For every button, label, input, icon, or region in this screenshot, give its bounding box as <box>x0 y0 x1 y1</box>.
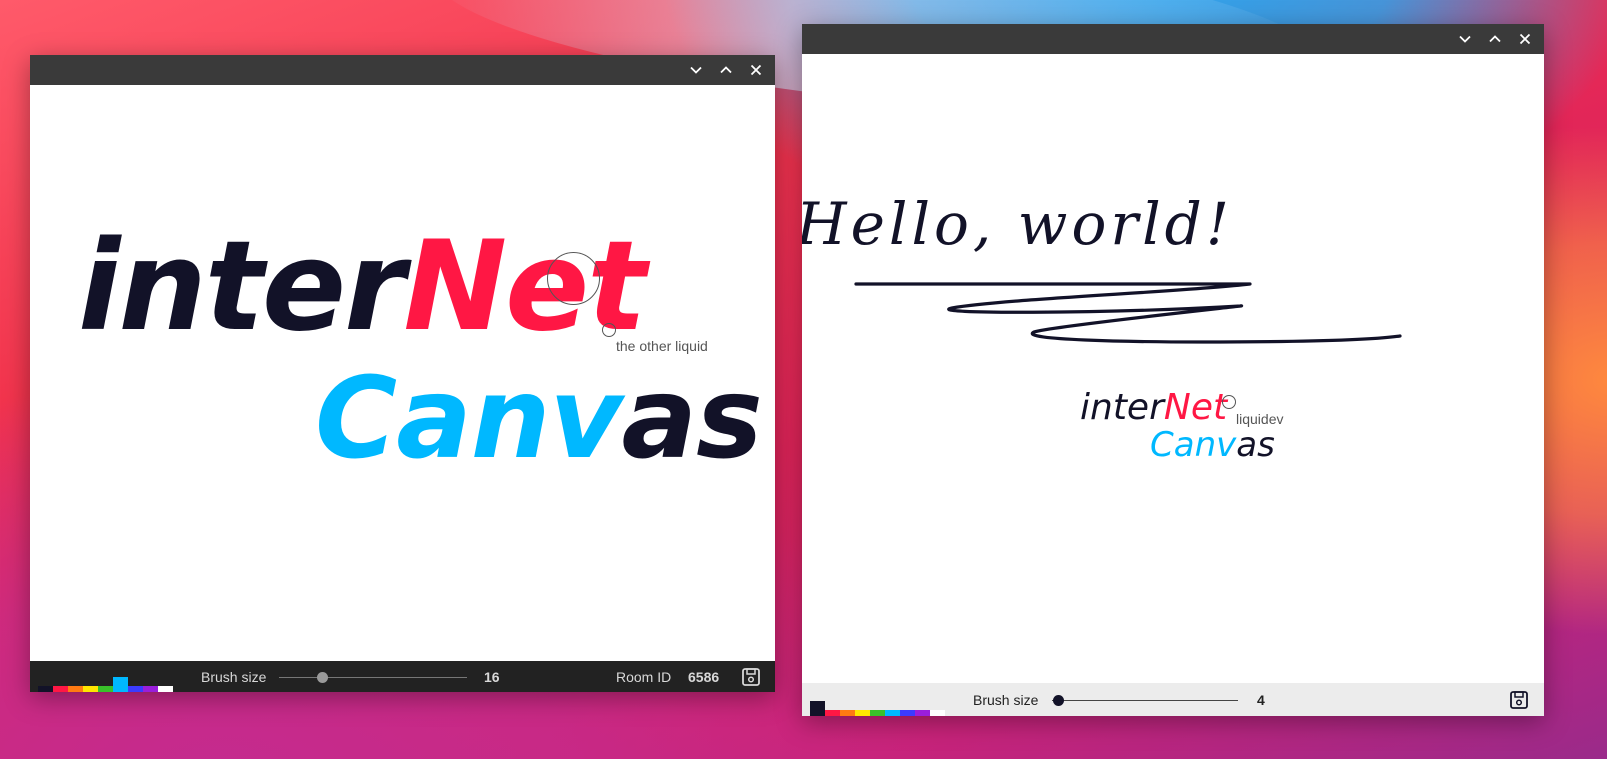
color-swatch[interactable] <box>885 710 900 716</box>
color-swatch[interactable] <box>810 701 825 716</box>
window-titlebar[interactable] <box>30 55 775 85</box>
save-icon <box>1510 690 1528 709</box>
minimize-button[interactable] <box>681 55 711 85</box>
chevron-down-icon <box>1459 35 1471 43</box>
color-swatch[interactable] <box>113 677 128 692</box>
color-swatch[interactable] <box>930 710 945 716</box>
maximize-button[interactable] <box>1480 24 1510 54</box>
chevron-down-icon <box>690 66 702 74</box>
color-swatch[interactable] <box>128 686 143 692</box>
drawing-greeting: Hello, world! <box>802 190 1234 258</box>
drawing-word-inter: inter <box>1080 387 1164 428</box>
drawing-word-as: as <box>1236 425 1275 465</box>
chevron-up-icon <box>1489 35 1501 43</box>
drawing-scribble <box>854 282 1402 344</box>
drawing-word-canv: Canv <box>315 354 623 484</box>
toolbar: Brush size 4 <box>802 683 1544 716</box>
drawing-word-as: as <box>621 354 763 484</box>
brush-cursor <box>547 252 600 305</box>
close-button[interactable] <box>741 55 771 85</box>
save-button[interactable] <box>741 667 761 687</box>
brush-size-slider[interactable] <box>279 671 467 683</box>
color-palette <box>38 677 173 692</box>
color-swatch[interactable] <box>38 686 53 692</box>
drawing-word-canv: Canv <box>1150 425 1237 465</box>
close-icon <box>750 64 762 76</box>
drawing-text-line1: interNet <box>1080 390 1227 426</box>
remote-user-cursor <box>1222 395 1236 409</box>
slider-thumb[interactable] <box>317 671 329 683</box>
drawing-canvas[interactable]: Hello, world! interNet Canvas liquidev <box>802 54 1544 683</box>
toolbar: Brush size 16 Room ID 6586 <box>30 661 775 692</box>
canvas-window-room: interNet Canvas the other liquid Brush s… <box>30 55 775 692</box>
room-id-label: Room ID <box>616 668 672 685</box>
drawing-word-net: Net <box>1163 387 1228 428</box>
minimize-button[interactable] <box>1450 24 1480 54</box>
drawing-text-line2: Canvas <box>1150 428 1275 462</box>
color-swatch[interactable] <box>900 710 915 716</box>
maximize-button[interactable] <box>711 55 741 85</box>
close-icon <box>1519 33 1531 45</box>
save-button[interactable] <box>1509 690 1529 710</box>
color-swatch[interactable] <box>143 686 158 692</box>
slider-thumb[interactable] <box>1052 694 1064 706</box>
slider-track <box>1052 699 1238 701</box>
drawing-word-inter: inter <box>78 215 405 359</box>
room-id-value: 6586 <box>688 668 720 685</box>
color-swatch[interactable] <box>98 686 113 692</box>
color-swatch[interactable] <box>53 686 68 692</box>
color-swatch[interactable] <box>68 686 83 692</box>
close-button[interactable] <box>1510 24 1540 54</box>
save-icon <box>742 667 760 686</box>
drawing-word-net: Net <box>403 215 646 359</box>
remote-user-label: liquidev <box>1236 411 1284 427</box>
color-palette <box>810 701 945 716</box>
chevron-up-icon <box>720 66 732 74</box>
brush-size-label: Brush size <box>201 668 267 685</box>
drawing-canvas[interactable]: interNet Canvas the other liquid <box>30 85 775 661</box>
color-swatch[interactable] <box>158 686 173 692</box>
slider-track <box>279 676 467 678</box>
color-swatch[interactable] <box>855 710 870 716</box>
color-swatch[interactable] <box>915 710 930 716</box>
color-swatch[interactable] <box>83 686 98 692</box>
brush-size-value: 4 <box>1257 691 1265 708</box>
brush-size-label: Brush size <box>973 691 1039 708</box>
brush-size-slider[interactable] <box>1052 694 1238 706</box>
drawing-text-line2: Canvas <box>315 363 763 475</box>
remote-user-label: the other liquid <box>616 338 708 354</box>
canvas-window-solo: Hello, world! interNet Canvas liquidev B… <box>802 24 1544 716</box>
color-swatch[interactable] <box>840 710 855 716</box>
brush-size-value: 16 <box>484 668 500 685</box>
remote-user-cursor <box>602 323 616 337</box>
color-swatch[interactable] <box>825 710 840 716</box>
window-titlebar[interactable] <box>802 24 1544 54</box>
color-swatch[interactable] <box>870 710 885 716</box>
